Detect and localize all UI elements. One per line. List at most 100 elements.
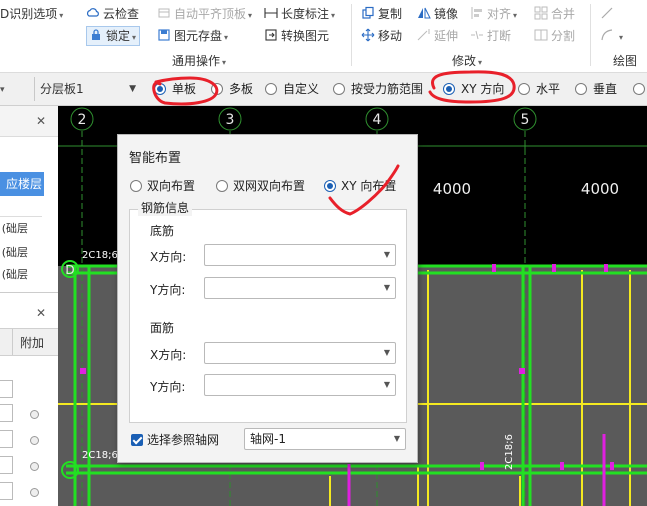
break-icon (470, 28, 484, 42)
move-label: 移动 (378, 29, 403, 43)
chevron-down-icon: ▾ (619, 33, 624, 42)
top-x-combo[interactable]: ▼ (204, 342, 396, 364)
radio-bidirectional[interactable]: 双向布置 (130, 177, 195, 194)
radio-multi-slab[interactable]: 多板 (211, 81, 253, 97)
bottom-x-combo[interactable]: ▼ (204, 244, 396, 266)
axis-bubble-2[interactable]: 2 (70, 107, 94, 131)
list-item[interactable]: 础层) (0, 220, 28, 236)
cloud-check-icon (86, 6, 100, 20)
length-dimension-label: 长度标注 (281, 7, 330, 21)
chevron-down-icon: ▼ (393, 434, 400, 443)
length-dimension-button[interactable]: 长度标注 ▾ (264, 4, 335, 24)
radio-dot (575, 83, 587, 95)
left-panel: ✕ 应楼层 础层) 础层) 础层) ✕ 附加 (0, 106, 59, 506)
radio-xy-direction[interactable]: XY 方向 (443, 81, 504, 97)
radio-horizontal[interactable]: 水平 (518, 81, 560, 97)
radio-custom[interactable]: 自定义 (265, 81, 319, 97)
chevron-down-icon: ▾ (248, 11, 253, 20)
property-table-header: 附加 (0, 328, 58, 356)
save-element-icon (157, 28, 171, 42)
smart-layout-dialog: 智能布置 双向布置 双网双向布置 XY 向布置 底筋 X方向: ▼ Y方向: ▼… (117, 134, 418, 463)
align-button[interactable]: 对齐 ▾ (470, 4, 517, 24)
list-item[interactable]: 础层) (0, 244, 28, 260)
dialog-title: 智能布置 (129, 151, 182, 166)
top-y-combo[interactable]: ▼ (204, 374, 396, 396)
merge-label: 合并 (551, 7, 576, 21)
bottom-y-combo[interactable]: ▼ (204, 277, 396, 299)
axis-bubble-3[interactable]: 3 (218, 107, 242, 131)
rebar-info-legend: 钢筋信息 (138, 199, 193, 216)
cad-recognition-options-button[interactable]: D识别选项 ▾ (0, 4, 63, 24)
layer-select[interactable]: 分层板1 ▼ (40, 79, 140, 99)
property-cell[interactable] (0, 380, 13, 398)
auto-align-top-button[interactable]: 自动平齐顶板 ▾ (157, 4, 252, 24)
property-checkbox[interactable] (30, 462, 39, 471)
apply-to-floor-button[interactable]: 应楼层 (0, 172, 44, 196)
radio-single-slab[interactable]: 单板 (154, 81, 196, 97)
radio-more[interactable] (633, 81, 647, 97)
mirror-button[interactable]: 镜像 (417, 4, 458, 24)
property-checkbox[interactable] (30, 410, 39, 419)
close-icon[interactable]: ✕ (36, 114, 46, 128)
arc-icon (600, 28, 614, 42)
axis-bubble-4[interactable]: 4 (365, 107, 389, 131)
mirror-label: 镜像 (434, 7, 459, 21)
convert-element-label: 转换图元 (281, 29, 330, 43)
ribbon-toolbar: D识别选项 ▾ 云检查 锁定 ▾ 自动平齐顶板 ▾ 图元存盘 ▾ 长度标注 ▾ 转换图元 … (0, 0, 647, 73)
property-cell[interactable] (0, 482, 13, 500)
radio-label: 双网双向布置 (233, 179, 306, 193)
align-top-icon (157, 6, 171, 20)
copy-label: 复制 (378, 7, 403, 21)
select-reference-grid-checkbox[interactable]: 选择参照轴网 (131, 431, 219, 448)
rebar-mark-text: 2C18;6 (82, 250, 118, 261)
property-cell[interactable] (0, 430, 13, 448)
extend-label: 延伸 (434, 29, 459, 43)
radio-vertical[interactable]: 垂直 (575, 81, 617, 97)
axis-label: 3 (226, 112, 235, 128)
move-icon (361, 28, 375, 42)
ribbon-separator (351, 4, 352, 66)
property-checkbox[interactable] (30, 436, 39, 445)
modify-group-label: 修改 ▾ (452, 54, 483, 68)
draw-line-button[interactable] (600, 4, 617, 24)
apply-to-floor-label: 应楼层 (5, 177, 42, 191)
chevron-down-icon: ▼ (383, 250, 390, 259)
chevron-down-icon: ▾ (132, 33, 137, 42)
move-button[interactable]: 移动 (361, 26, 402, 46)
radio-xy-layout[interactable]: XY 向布置 (324, 177, 396, 194)
lock-label: 锁定 (106, 29, 131, 43)
copy-icon (361, 6, 375, 20)
bottom-y-label: Y方向: (150, 283, 186, 297)
chevron-down-icon: ▾ (59, 11, 64, 20)
cloud-check-button[interactable]: 云检查 (86, 4, 139, 24)
close-icon[interactable]: ✕ (36, 306, 46, 320)
left-panel-header (0, 106, 58, 137)
grid-select-value: 轴网-1 (250, 432, 286, 446)
top-rebar-label: 面筋 (150, 321, 175, 335)
draw-arc-button[interactable]: ▾ (600, 26, 623, 46)
lock-button[interactable]: 锁定 ▾ (86, 26, 141, 46)
auto-align-top-label: 自动平齐顶板 (174, 7, 247, 21)
radio-dot (265, 83, 277, 95)
split-button[interactable]: 分割 (534, 26, 575, 46)
list-item-label: 础层) (1, 246, 28, 259)
convert-element-button[interactable]: 转换图元 (264, 26, 329, 46)
property-checkbox[interactable] (30, 488, 39, 497)
radio-double-mesh-bidirectional[interactable]: 双网双向布置 (216, 177, 305, 194)
rebar-info-group: 底筋 X方向: ▼ Y方向: ▼ 面筋 X方向: ▼ Y方向: ▼ (129, 209, 407, 423)
grid-select[interactable]: 轴网-1 ▼ (244, 428, 406, 450)
draw-group-label: 绘图 (613, 54, 638, 68)
divider (0, 292, 58, 293)
property-cell[interactable] (0, 456, 13, 474)
extend-button[interactable]: 延伸 (417, 26, 458, 46)
radio-by-rebar-range[interactable]: 按受力筋范围 (333, 81, 423, 97)
merge-button[interactable]: 合并 (534, 4, 575, 24)
property-cell[interactable] (0, 404, 13, 422)
break-button[interactable]: 打断 (470, 26, 511, 46)
list-item[interactable]: 础层) (0, 266, 28, 282)
copy-button[interactable]: 复制 (361, 4, 402, 24)
axis-bubble-5[interactable]: 5 (513, 107, 537, 131)
merge-icon (534, 6, 548, 20)
save-element-button[interactable]: 图元存盘 ▾ (157, 26, 228, 46)
align-icon (470, 6, 484, 20)
